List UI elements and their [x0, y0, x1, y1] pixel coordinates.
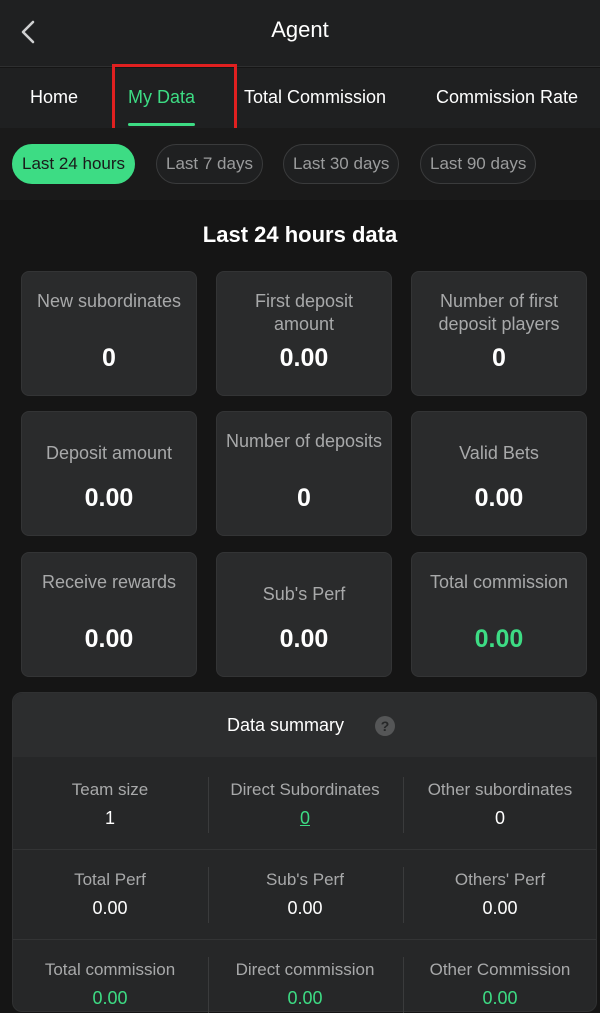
stat-card-receive-rewards: Receive rewards 0.00	[21, 552, 197, 677]
row-divider	[13, 939, 596, 940]
stat-value: 0.00	[84, 484, 134, 512]
data-summary-panel: Data summary ? Team size 1 Direct Subord…	[12, 692, 597, 1013]
tab-bar: Home My Data Total Commission Commission…	[0, 68, 600, 128]
page-title: Agent	[271, 17, 329, 42]
summary-title: Data summary	[227, 715, 345, 735]
filter-last-24-hours[interactable]: Last 24 hours	[12, 144, 136, 184]
stat-card-valid-bets: Valid Bets 0.00	[411, 411, 587, 536]
filter-last-30-days[interactable]: Last 30 days	[283, 144, 400, 184]
summary-label-other-subordinates: Other subordinates	[427, 780, 573, 799]
stat-card-subs-perf: Sub's Perf 0.00	[216, 552, 392, 677]
tab-commission-rate[interactable]: Commission Rate	[436, 87, 578, 108]
tab-home[interactable]: Home	[30, 87, 78, 108]
stat-label: Total commission	[429, 572, 569, 592]
stat-label: New subordinates	[36, 291, 182, 311]
summary-value-total-commission: 0.00	[92, 988, 128, 1008]
stat-value: 0	[102, 344, 116, 372]
stat-card-first-deposit-amount: First deposit amount 0.00	[216, 271, 392, 396]
stat-value: 0	[492, 344, 506, 372]
section-title: Last 24 hours data	[202, 222, 398, 247]
tab-total-commission[interactable]: Total Commission	[244, 87, 386, 108]
app-header: Agent	[0, 0, 600, 67]
help-icon[interactable]: ?	[375, 716, 395, 736]
summary-value-total-perf: 0.00	[92, 898, 128, 918]
stat-value: 0	[297, 484, 311, 512]
summary-value-direct-commission: 0.00	[287, 988, 323, 1008]
summary-header: Data summary ?	[13, 693, 596, 757]
stat-value: 0.00	[474, 625, 524, 653]
stat-label: Receive rewards	[41, 572, 177, 592]
summary-label-direct-subordinates: Direct Subordinates	[230, 780, 380, 799]
stat-value: 0.00	[84, 625, 134, 653]
time-filter-bar: Last 24 hours Last 7 days Last 30 days L…	[0, 128, 600, 200]
stat-card-first-deposit-players: Number of first deposit players 0	[411, 271, 587, 396]
summary-label-team-size: Team size	[71, 780, 149, 799]
summary-value-others-perf: 0.00	[482, 898, 518, 918]
summary-label-direct-commission: Direct commission	[235, 960, 375, 979]
stat-value: 0.00	[474, 484, 524, 512]
stat-label: Number of first deposit players	[438, 291, 560, 334]
stat-card-deposit-amount: Deposit amount 0.00	[21, 411, 197, 536]
stat-label: Number of deposits	[225, 431, 383, 451]
highlight-annotation-box	[112, 64, 237, 138]
stat-label: Valid Bets	[459, 443, 539, 463]
filter-last-90-days[interactable]: Last 90 days	[420, 144, 537, 184]
summary-label-others-perf: Others' Perf	[454, 870, 546, 889]
summary-link-direct-subordinates[interactable]: 0	[208, 808, 402, 829]
summary-label-other-commission: Other Commission	[429, 960, 571, 979]
stat-label: Sub's Perf	[262, 584, 346, 604]
summary-label-total-commission: Total commission	[44, 960, 176, 979]
summary-label-subs-perf: Sub's Perf	[266, 870, 344, 889]
stat-card-number-of-deposits: Number of deposits 0	[216, 411, 392, 536]
filter-last-7-days[interactable]: Last 7 days	[156, 144, 263, 184]
summary-value-subs-perf: 0.00	[287, 898, 323, 918]
summary-value-other-subordinates: 0	[494, 808, 505, 828]
stat-label: First deposit amount	[254, 291, 354, 334]
summary-value-team-size: 1	[104, 808, 115, 828]
summary-label-total-perf: Total Perf	[74, 870, 146, 889]
stat-card-total-commission: Total commission 0.00	[411, 552, 587, 677]
stat-value: 0.00	[279, 344, 329, 372]
summary-value-other-commission: 0.00	[482, 988, 518, 1008]
row-divider	[13, 849, 596, 850]
stat-value: 0.00	[279, 625, 329, 653]
stat-card-new-subordinates: New subordinates 0	[21, 271, 197, 396]
stat-label: Deposit amount	[45, 443, 173, 463]
